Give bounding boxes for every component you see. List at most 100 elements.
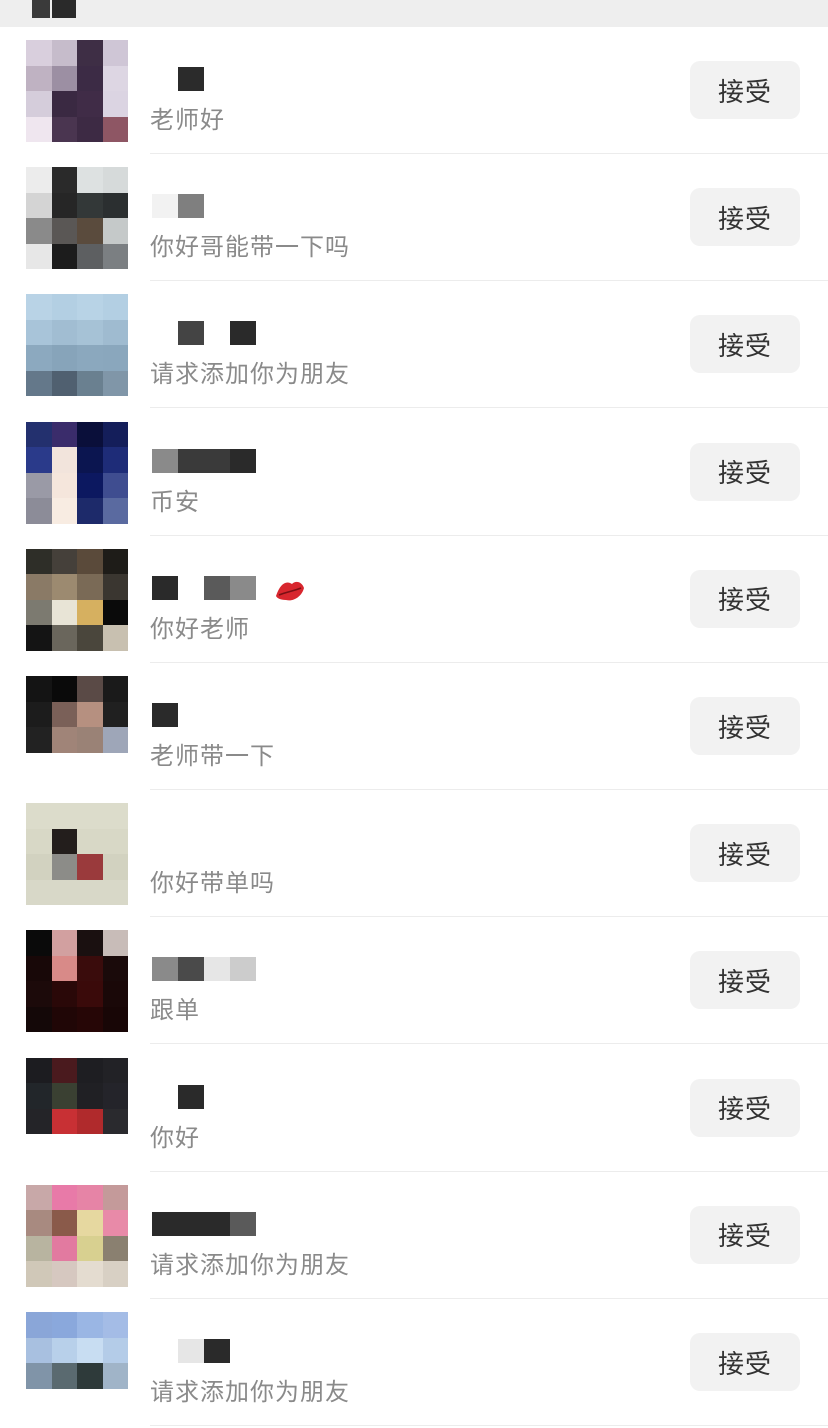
avatar-pixel [51, 65, 77, 91]
redaction-block [152, 1339, 178, 1363]
redaction-block [204, 1339, 230, 1363]
redaction-block [152, 1211, 178, 1236]
avatar-pixel [102, 319, 128, 346]
avatar-pixel [51, 243, 77, 270]
avatar-pixel [26, 1210, 52, 1236]
friend-request-row: 老师好 接受 [0, 27, 828, 154]
avatar-pixel [77, 167, 103, 193]
redaction-block [230, 321, 256, 346]
avatar-pixel [51, 676, 77, 702]
contact-name-redacted [152, 957, 262, 983]
avatar[interactable] [26, 930, 128, 1033]
request-message: 请求添加你为朋友 [150, 1378, 350, 1406]
avatar-pixel [26, 981, 52, 1007]
avatar-pixel [51, 752, 77, 778]
avatar[interactable] [26, 803, 128, 906]
contact-name-redacted [152, 67, 262, 93]
redaction-block [178, 575, 204, 600]
accept-button[interactable]: 接受 [690, 61, 800, 119]
avatar-pixel [51, 1363, 77, 1389]
accept-button[interactable]: 接受 [690, 697, 800, 755]
redaction-block [230, 575, 256, 600]
avatar-pixel [102, 1388, 128, 1414]
redaction-block [178, 830, 204, 855]
avatar-pixel [77, 243, 103, 270]
avatar[interactable] [26, 1057, 128, 1160]
avatar[interactable] [26, 294, 128, 397]
avatar-pixel [77, 1312, 103, 1338]
avatar[interactable] [26, 40, 128, 142]
request-message: 老师带一下 [150, 742, 275, 770]
avatar[interactable] [26, 421, 128, 524]
redaction-block [152, 957, 178, 982]
status-block [32, 0, 50, 18]
avatar-pixel [51, 803, 77, 829]
request-message: 请求添加你为朋友 [150, 1250, 350, 1279]
accept-button[interactable]: 接受 [690, 1333, 800, 1391]
friend-request-row: 跟单 接受 [0, 917, 828, 1045]
avatar-pixel [102, 65, 128, 91]
avatar-pixel [77, 447, 103, 473]
avatar-pixel [77, 218, 103, 244]
avatar-pixel [102, 955, 128, 982]
avatar-pixel [51, 1006, 77, 1033]
accept-button[interactable]: 接受 [690, 188, 800, 247]
avatar[interactable] [26, 167, 128, 270]
avatar-pixel [102, 40, 128, 66]
avatar[interactable] [26, 1184, 128, 1287]
avatar-pixel [51, 218, 77, 244]
avatar[interactable] [26, 548, 128, 651]
avatar-pixel [51, 625, 77, 651]
accept-button[interactable]: 接受 [690, 951, 800, 1010]
avatar-pixel [51, 116, 77, 142]
friend-request-row: 请求添加你为朋友 接受 [0, 281, 828, 409]
avatar-pixel [102, 930, 128, 956]
avatar-pixel [77, 574, 103, 600]
redaction-block [230, 1211, 256, 1236]
avatar-pixel [51, 345, 77, 371]
avatar-pixel [77, 676, 103, 702]
request-message: 你好 [150, 1123, 200, 1152]
accept-button[interactable]: 接受 [690, 569, 800, 628]
avatar-pixel [77, 1337, 103, 1363]
avatar-pixel [102, 472, 128, 499]
avatar-pixel [77, 625, 103, 651]
avatar[interactable] [26, 1312, 128, 1414]
avatar-pixel [26, 1235, 52, 1262]
avatar-pixel [102, 803, 128, 829]
avatar-pixel [26, 701, 52, 727]
redaction-block [178, 67, 204, 91]
avatar-pixel [26, 1184, 52, 1211]
avatar-pixel [26, 116, 52, 142]
redaction-block [204, 1211, 230, 1236]
accept-button[interactable]: 接受 [690, 1078, 800, 1137]
avatar-pixel [51, 498, 77, 524]
avatar-pixel [26, 574, 52, 600]
avatar-pixel [102, 192, 128, 219]
avatar[interactable] [26, 676, 128, 778]
avatar-pixel [102, 1337, 128, 1363]
friend-request-row: 老师带一下 接受 [0, 663, 828, 790]
redaction-block [178, 703, 204, 727]
avatar-pixel [77, 1006, 103, 1033]
avatar-pixel [77, 65, 103, 91]
accept-button[interactable]: 接受 [690, 1205, 800, 1264]
accept-button[interactable]: 接受 [690, 442, 800, 501]
accept-button[interactable]: 接受 [690, 315, 800, 374]
avatar-pixel [102, 91, 128, 117]
avatar-pixel [51, 548, 77, 575]
avatar-pixel [102, 701, 128, 727]
avatar-pixel [77, 294, 103, 320]
avatar-pixel [102, 879, 128, 906]
accept-button[interactable]: 接受 [690, 824, 800, 883]
avatar-pixel [77, 828, 103, 855]
redaction-block [152, 703, 178, 727]
avatar-pixel [26, 370, 52, 397]
avatar-pixel [26, 91, 52, 117]
avatar-pixel [77, 345, 103, 371]
avatar-pixel [26, 930, 52, 956]
avatar-pixel [102, 752, 128, 778]
avatar-pixel [102, 116, 128, 142]
friend-request-row: 你好带单吗 接受 [0, 790, 828, 918]
avatar-pixel [102, 548, 128, 575]
